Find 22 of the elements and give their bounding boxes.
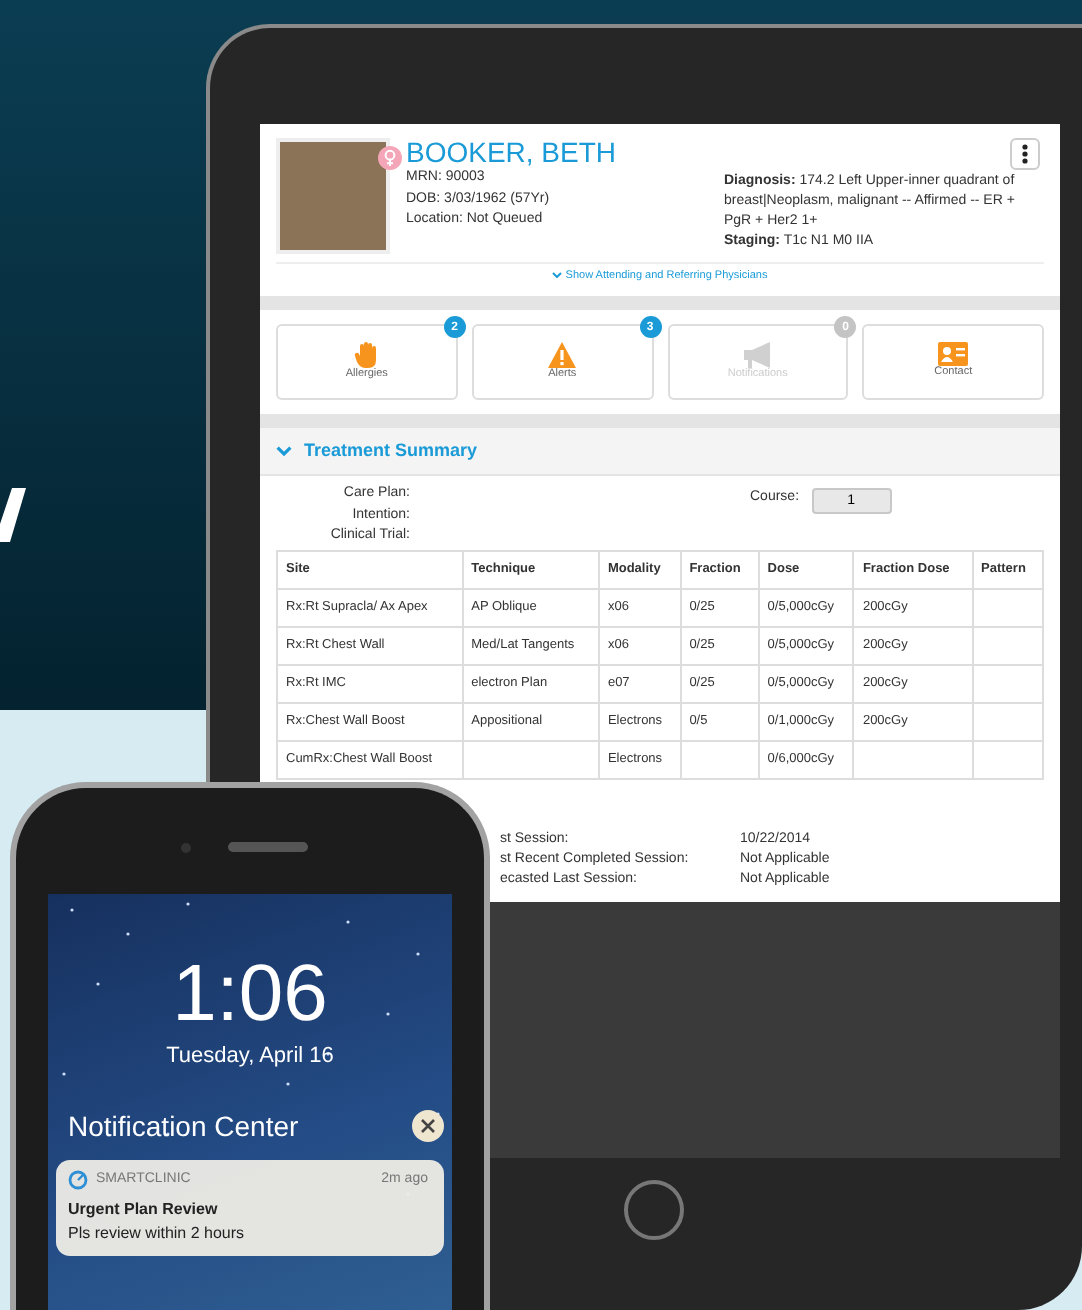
- camera-icon: [180, 842, 192, 854]
- clock-time: 1:06: [170, 954, 330, 1034]
- home-button[interactable]: [624, 1180, 684, 1240]
- speaker-grille: [228, 842, 308, 852]
- app-icon: [68, 1169, 88, 1190]
- patient-name: BOOKER, BETH: [406, 138, 617, 169]
- photo-placeholder: [276, 138, 390, 254]
- notification-body: Pls review within 2 hours: [68, 1222, 247, 1246]
- hand-icon: [354, 340, 379, 369]
- menu-icon: [1022, 144, 1028, 164]
- chevron-down-icon: [552, 272, 563, 279]
- clock-date: Tuesday, April 16: [164, 1042, 336, 1072]
- warning-icon: [548, 341, 577, 368]
- notification-title: Urgent Plan Review: [68, 1198, 220, 1222]
- chevron-down-icon[interactable]: [276, 446, 292, 456]
- menu-button[interactable]: [1010, 138, 1040, 170]
- megaphone-icon: [744, 341, 771, 368]
- contact-card-icon: [938, 342, 969, 367]
- slash-mark-drawing: [0, 488, 26, 542]
- female-icon: [378, 146, 402, 170]
- close-icon[interactable]: [412, 1110, 444, 1142]
- notification-center-title: Notification Center: [68, 1107, 299, 1145]
